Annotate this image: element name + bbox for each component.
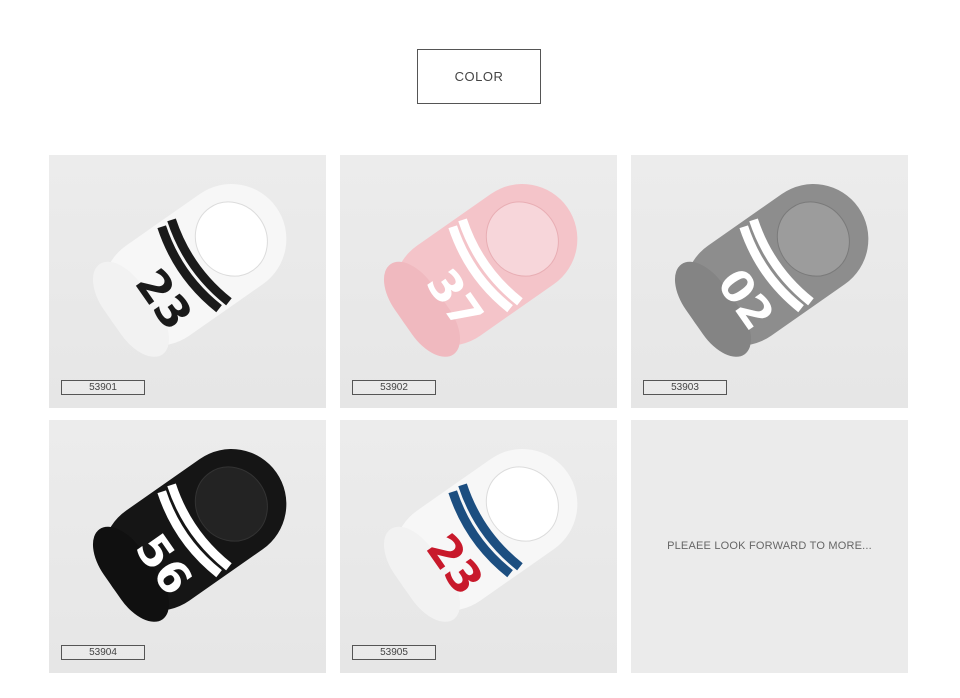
sock-image: 02 [674,184,869,357]
product-code-label: 53903 [643,380,727,395]
more-coming-tile: PLEAEE LOOK FORWARD TO MORE... [631,420,908,673]
product-code-label: 53905 [352,645,436,660]
sock-image: 23 [383,449,578,622]
sock-image: 37 [383,184,578,357]
sock-image: 56 [92,449,287,622]
product-tile-53905[interactable]: 23 53905 [340,420,617,673]
product-tile-53904[interactable]: 56 53904 [49,420,326,673]
product-code-label: 53904 [61,645,145,660]
product-tile-53902[interactable]: 37 53902 [340,155,617,408]
product-code-label: 53901 [61,380,145,395]
color-section-title: COLOR [417,49,541,104]
product-code-label: 53902 [352,380,436,395]
product-tile-53903[interactable]: 02 53903 [631,155,908,408]
more-coming-text: PLEAEE LOOK FORWARD TO MORE... [667,540,872,552]
sock-image: 23 [92,184,287,357]
product-tile-53901[interactable]: 23 53901 [49,155,326,408]
